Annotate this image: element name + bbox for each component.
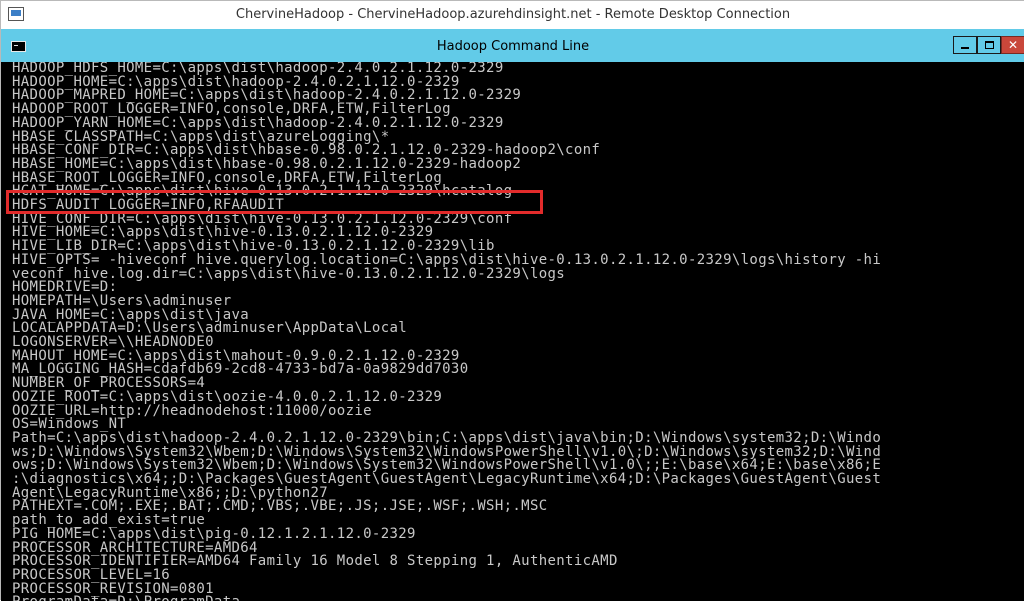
console-line: MA_LOGGING_HASH=cdafdb69-2cd8-4733-bd7a-… <box>12 361 469 377</box>
console-line: HOMEDRIVE=D: <box>12 279 118 295</box>
console-output[interactable]: HADOOP_HDFS_HOME=C:\apps\dist\hadoop-2.4… <box>12 62 1022 601</box>
console-line: LOCALAPPDATA=D:\Users\adminuser\AppData\… <box>12 320 408 336</box>
maximize-button[interactable] <box>977 36 1001 54</box>
console-line: ProgramData=D:\ProgramData <box>12 595 240 601</box>
console-line: PROCESSOR_IDENTIFIER=AMD64 Family 16 Mod… <box>12 553 618 569</box>
minimize-button[interactable] <box>953 36 977 54</box>
console-line: HADOOP_YARN_HOME=C:\apps\dist\hadoop-2.4… <box>12 115 504 131</box>
close-icon: ✕ <box>1007 38 1019 52</box>
console-line: PATHEXT=.COM;.EXE;.BAT;.CMD;.VBS;.VBE;.J… <box>12 498 548 514</box>
console-line: NUMBER_OF_PROCESSORS=4 <box>12 375 206 391</box>
remote-desktop-frame: ChervineHadoop - ChervineHadoop.azurehdi… <box>0 0 1024 601</box>
highlight-annotation-box <box>6 190 543 214</box>
console-line: path_to_add_exist=true <box>12 512 206 528</box>
remote-desktop-titlebar[interactable]: ChervineHadoop - ChervineHadoop.azurehdi… <box>1 1 1024 29</box>
console-line: :\diagnostics\x64;;D:\Packages\GuestAgen… <box>12 471 882 487</box>
console-line: HBASE_HOME=C:\apps\dist\hbase-0.98.0.2.1… <box>12 156 522 172</box>
console-line: OS=Windows_NT <box>12 416 127 432</box>
command-window-titlebar[interactable]: Hadoop Command Line ✕ <box>1 29 1024 62</box>
console-line: LOGONSERVER=\\HEADNODE0 <box>12 334 214 350</box>
console-line: PIG_HOME=C:\apps\dist\pig-0.12.1.2.1.12.… <box>12 526 416 542</box>
console-line: OOZIE_ROOT=C:\apps\dist\oozie-4.0.0.2.1.… <box>12 389 443 405</box>
minimize-icon <box>961 47 969 49</box>
console-line: HIVE_HOME=C:\apps\dist\hive-0.13.0.2.1.1… <box>12 224 434 240</box>
remote-desktop-title: ChervineHadoop - ChervineHadoop.azurehdi… <box>235 7 791 22</box>
console-line: HBASE_CONF_DIR=C:\apps\dist\hbase-0.98.0… <box>12 142 601 158</box>
console-line: ows;D:\Windows\System32\Wbem;D:\Windows\… <box>12 457 882 473</box>
console-line: Path=C:\apps\dist\hadoop-2.4.0.2.1.12.0-… <box>12 430 882 446</box>
console-line: HOMEPATH=\Users\adminuser <box>12 293 232 309</box>
console-line: HADOOP_MAPRED_HOME=C:\apps\dist\hadoop-2… <box>12 87 522 103</box>
console-line: PROCESSOR_LEVEL=16 <box>12 567 171 583</box>
command-window-title: Hadoop Command Line <box>436 39 590 54</box>
console-line: HADOOP_ROOT_LOGGER=INFO,console,DRFA,ETW… <box>12 101 451 117</box>
console-line: HIVE_LIB_DIR=C:\apps\dist\hive-0.13.0.2.… <box>12 238 495 254</box>
close-button[interactable]: ✕ <box>1001 36 1024 54</box>
maximize-icon <box>985 41 994 49</box>
command-window: Hadoop Command Line ✕ HADOOP_HDFS_HOME=C… <box>1 29 1024 601</box>
console-line: HIVE_OPTS= -hiveconf hive.querylog.locat… <box>12 252 882 268</box>
